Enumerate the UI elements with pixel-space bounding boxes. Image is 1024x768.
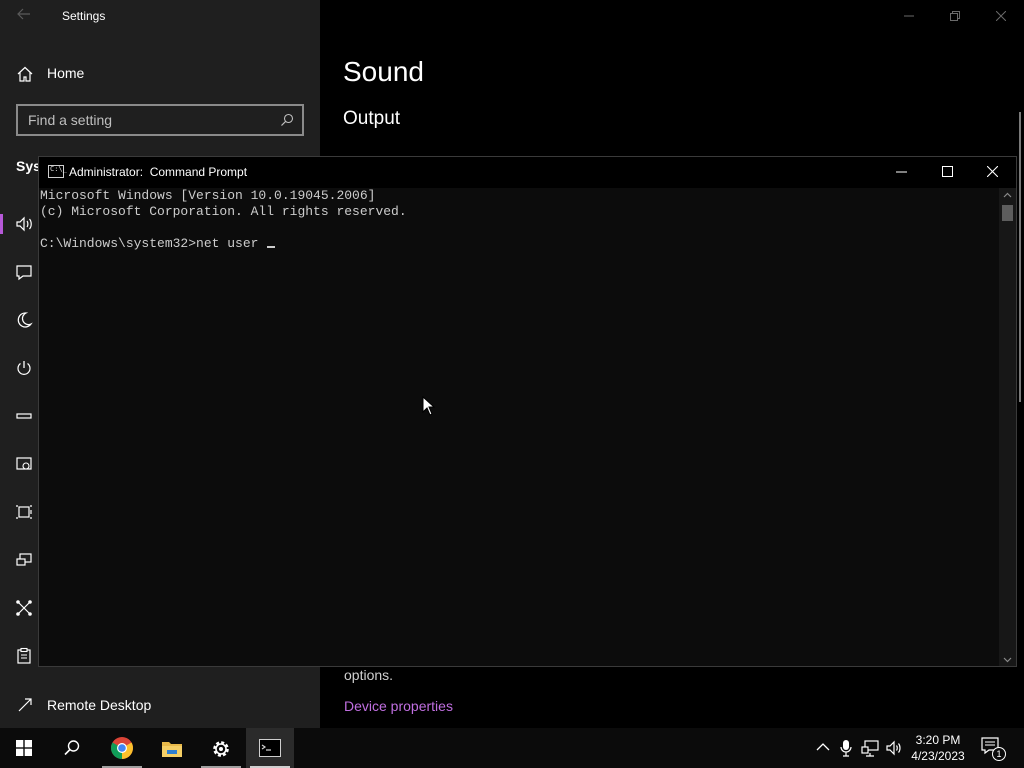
cmd-scrollbar[interactable]	[999, 188, 1016, 666]
settings-close-button[interactable]	[978, 0, 1024, 32]
minimize-icon	[904, 15, 914, 17]
minimize-icon	[896, 171, 907, 173]
sidebar-item-remote-desktop[interactable]: Remote Desktop	[0, 688, 320, 722]
search-icon	[281, 113, 294, 126]
console-output[interactable]: Microsoft Windows [Version 10.0.19045.20…	[39, 188, 999, 666]
sidebar-item-home[interactable]: Home	[0, 56, 320, 92]
multitasking-icon[interactable]	[14, 502, 34, 522]
cmd-titlebar[interactable]: C:\_ Administrator: Command Prompt	[39, 157, 1016, 188]
selected-indicator	[0, 214, 3, 234]
volume-icon[interactable]	[885, 739, 903, 757]
search-button[interactable]	[48, 728, 96, 768]
scroll-down-arrow-icon[interactable]	[1003, 655, 1012, 664]
close-icon	[996, 11, 1006, 21]
search-icon	[64, 740, 80, 756]
cmd-maximize-button[interactable]	[925, 157, 971, 188]
network-icon[interactable]	[861, 739, 879, 757]
cmd-window-title: Administrator: Command Prompt	[69, 165, 248, 179]
console-command: C:\Windows\system32>net user	[40, 236, 267, 251]
page-title: Sound	[343, 56, 424, 87]
taskbar: 3:20 PM 4/23/2023 1	[0, 728, 1024, 768]
cmd-close-button[interactable]	[970, 157, 1016, 188]
sidebar-item-remote-desktop-label: Remote Desktop	[47, 697, 152, 713]
system-clock[interactable]: 3:20 PM 4/23/2023	[906, 732, 970, 764]
command-prompt-icon: C:\_	[48, 165, 67, 178]
clock-time: 3:20 PM	[915, 733, 961, 747]
start-icon	[16, 740, 32, 756]
settings-scrollbar[interactable]	[1019, 112, 1021, 402]
device-properties-link[interactable]: Device properties	[344, 698, 453, 714]
cmd-minimize-button[interactable]	[879, 157, 925, 188]
remote-desktop-icon	[18, 698, 32, 712]
clock-date: 4/23/2023	[911, 749, 965, 763]
settings-restore-button[interactable]	[932, 0, 978, 32]
text-cursor	[267, 246, 276, 248]
console-line: (c) Microsoft Corporation. All rights re…	[40, 204, 407, 219]
options-text: options.	[344, 667, 394, 683]
scrollbar-thumb[interactable]	[1002, 205, 1013, 221]
command-prompt-window[interactable]: C:\_ Administrator: Command Prompt Micro…	[38, 156, 1017, 667]
focus-assist-icon[interactable]	[14, 310, 34, 330]
power-icon[interactable]	[14, 358, 34, 378]
sidebar-item-home-label: Home	[47, 65, 85, 81]
console-line: Microsoft Windows [Version 10.0.19045.20…	[40, 188, 376, 203]
storage-icon[interactable]	[14, 406, 34, 426]
display-icon[interactable]	[14, 262, 34, 282]
maximize-icon	[942, 166, 953, 177]
search-input[interactable]	[28, 111, 268, 129]
sound-icon[interactable]	[14, 214, 34, 234]
microphone-icon[interactable]	[840, 739, 852, 757]
command-prompt-taskbar-button[interactable]	[246, 728, 294, 768]
clipboard-icon[interactable]	[14, 646, 34, 666]
file-explorer-button[interactable]	[148, 728, 196, 768]
chrome-icon	[111, 737, 133, 759]
restore-icon	[950, 11, 960, 21]
projecting-icon[interactable]	[14, 550, 34, 570]
chrome-button[interactable]	[98, 728, 146, 768]
settings-button[interactable]	[197, 728, 245, 768]
settings-window-title: Settings	[62, 9, 106, 23]
console-prompt-line: C:\Windows\system32>net user	[40, 236, 276, 252]
mouse-pointer-icon	[422, 396, 435, 416]
home-icon	[17, 66, 33, 82]
scroll-up-arrow-icon[interactable]	[1003, 191, 1012, 200]
notification-badge: 1	[992, 747, 1006, 761]
shared-experiences-icon[interactable]	[14, 598, 34, 618]
cmd-icon-text: C:\_	[50, 165, 67, 173]
start-button[interactable]	[0, 728, 48, 768]
close-icon	[987, 166, 998, 177]
search-box[interactable]	[16, 104, 304, 136]
output-heading: Output	[343, 108, 401, 129]
settings-minimize-button[interactable]	[886, 0, 932, 32]
settings-icon	[213, 741, 229, 757]
tablet-icon[interactable]	[14, 454, 34, 474]
file-explorer-icon	[162, 742, 182, 757]
back-arrow-icon[interactable]	[16, 6, 36, 26]
chevron-up-icon[interactable]	[816, 741, 830, 753]
command-prompt-icon	[259, 739, 281, 757]
